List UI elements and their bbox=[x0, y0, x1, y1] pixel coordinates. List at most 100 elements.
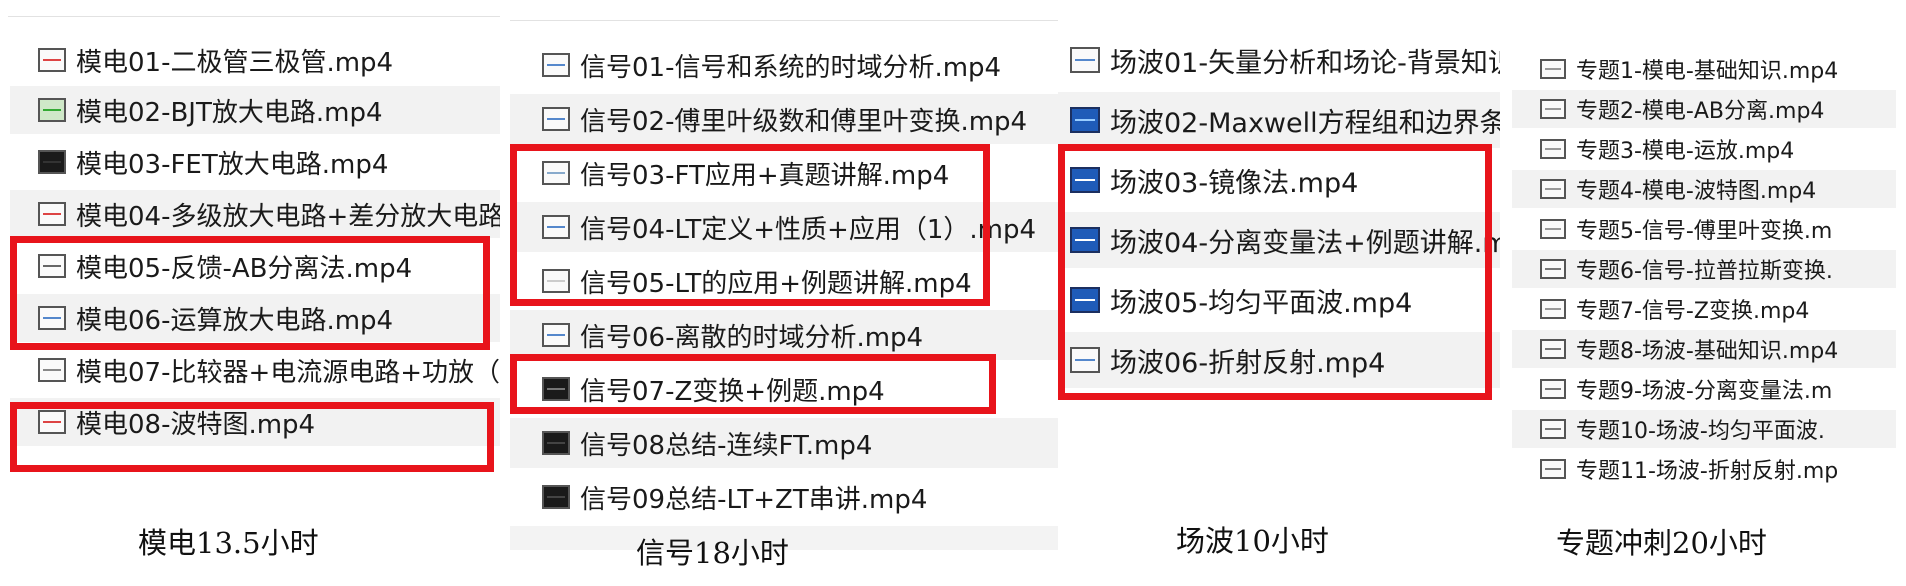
video-thumbnail-icon bbox=[1540, 259, 1566, 279]
file-name: 专题2-模电-AB分离.mp4 bbox=[1576, 99, 1825, 124]
video-thumbnail-icon bbox=[1540, 219, 1566, 239]
file-name: 场波02-Maxwell方程组和边界条件 bbox=[1110, 107, 1500, 139]
file-name: 模电02-BJT放大电路.mp4 bbox=[76, 97, 383, 128]
file-row[interactable]: 模电07-比较器+电流源电路+功放（小 bbox=[10, 346, 500, 394]
file-name: 场波04-分离变量法+例题讲解.mp bbox=[1110, 227, 1500, 259]
file-row[interactable]: 模电01-二极管三极管.mp4 bbox=[10, 36, 500, 84]
video-thumbnail-icon bbox=[38, 150, 66, 174]
video-thumbnail-icon bbox=[542, 377, 570, 401]
file-name: 专题1-模电-基础知识.mp4 bbox=[1576, 59, 1839, 84]
file-name: 信号03-FT应用+真题讲解.mp4 bbox=[580, 160, 950, 191]
file-row[interactable]: 场波01-矢量分析和场论-背景知识. bbox=[1058, 32, 1500, 88]
file-row[interactable]: 场波05-均匀平面波.mp4 bbox=[1058, 272, 1500, 328]
video-thumbnail-icon bbox=[1070, 107, 1100, 133]
file-row[interactable]: 专题11-场波-折射反射.mp bbox=[1512, 450, 1896, 488]
file-row[interactable]: 信号05-LT的应用+例题讲解.mp4 bbox=[510, 256, 1058, 306]
file-name: 场波05-均匀平面波.mp4 bbox=[1110, 287, 1413, 319]
top-divider bbox=[8, 16, 500, 17]
video-thumbnail-icon bbox=[542, 107, 570, 131]
column-changbo: 场波01-矢量分析和场论-背景知识. 场波02-Maxwell方程组和边界条件 … bbox=[1058, 0, 1500, 586]
file-row[interactable]: 模电05-反馈-AB分离法.mp4 bbox=[10, 242, 500, 290]
file-row[interactable]: 专题6-信号-拉普拉斯变换. bbox=[1512, 250, 1896, 288]
file-row[interactable]: 专题3-模电-运放.mp4 bbox=[1512, 130, 1896, 168]
file-name: 模电01-二极管三极管.mp4 bbox=[76, 47, 394, 78]
video-thumbnail-icon bbox=[1070, 167, 1100, 193]
file-row[interactable]: 模电06-运算放大电路.mp4 bbox=[10, 294, 500, 342]
file-name: 模电04-多级放大电路+差分放大电路. bbox=[76, 201, 500, 232]
file-row[interactable]: 专题2-模电-AB分离.mp4 bbox=[1512, 90, 1896, 128]
file-row[interactable]: 场波03-镜像法.mp4 bbox=[1058, 152, 1500, 208]
file-row[interactable]: 信号01-信号和系统的时域分析.mp4 bbox=[510, 40, 1058, 90]
top-divider bbox=[510, 20, 1058, 21]
video-thumbnail-icon bbox=[1540, 339, 1566, 359]
file-row[interactable]: 专题8-场波-基础知识.mp4 bbox=[1512, 330, 1896, 368]
file-row[interactable]: 场波06-折射反射.mp4 bbox=[1058, 332, 1500, 388]
file-name: 信号01-信号和系统的时域分析.mp4 bbox=[580, 52, 1002, 83]
video-thumbnail-icon bbox=[38, 48, 66, 72]
video-thumbnail-icon bbox=[1540, 59, 1566, 79]
video-thumbnail-icon bbox=[542, 161, 570, 185]
video-thumbnail-icon bbox=[38, 410, 66, 434]
file-name: 信号05-LT的应用+例题讲解.mp4 bbox=[580, 268, 972, 299]
file-name: 信号06-离散的时域分析.mp4 bbox=[580, 322, 924, 353]
video-thumbnail-icon bbox=[1070, 227, 1100, 253]
file-row[interactable]: 信号07-Z变换+例题.mp4 bbox=[510, 364, 1058, 414]
file-name: 专题11-场波-折射反射.mp bbox=[1576, 459, 1839, 484]
video-thumbnail-icon bbox=[1070, 47, 1100, 73]
file-name: 场波06-折射反射.mp4 bbox=[1110, 347, 1386, 379]
file-row[interactable]: 信号02-傅里叶级数和傅里叶变换.mp4 bbox=[510, 94, 1058, 144]
file-name: 模电06-运算放大电路.mp4 bbox=[76, 305, 394, 336]
file-row[interactable]: 场波02-Maxwell方程组和边界条件 bbox=[1058, 92, 1500, 148]
file-row[interactable]: 信号03-FT应用+真题讲解.mp4 bbox=[510, 148, 1058, 198]
file-row[interactable]: 信号09总结-LT+ZT串讲.mp4 bbox=[510, 472, 1058, 522]
file-name: 专题5-信号-傅里叶变换.m bbox=[1576, 219, 1833, 244]
file-row[interactable]: 信号06-离散的时域分析.mp4 bbox=[510, 310, 1058, 360]
file-name: 专题7-信号-Z变换.mp4 bbox=[1576, 299, 1810, 324]
file-row[interactable]: 专题9-场波-分离变量法.m bbox=[1512, 370, 1896, 408]
file-row[interactable]: 信号08总结-连续FT.mp4 bbox=[510, 418, 1058, 468]
video-thumbnail-icon bbox=[1540, 419, 1566, 439]
video-thumbnail-icon bbox=[38, 306, 66, 330]
file-row[interactable]: 模电03-FET放大电路.mp4 bbox=[10, 138, 500, 186]
video-thumbnail-icon bbox=[1070, 287, 1100, 313]
video-thumbnail-icon bbox=[1540, 299, 1566, 319]
file-name: 场波03-镜像法.mp4 bbox=[1110, 167, 1359, 199]
video-thumbnail-icon bbox=[38, 254, 66, 278]
file-name: 信号09总结-LT+ZT串讲.mp4 bbox=[580, 484, 928, 515]
file-name: 模电08-波特图.mp4 bbox=[76, 409, 316, 440]
file-row[interactable]: 专题4-模电-波特图.mp4 bbox=[1512, 170, 1896, 208]
file-row[interactable]: 专题7-信号-Z变换.mp4 bbox=[1512, 290, 1896, 328]
video-thumbnail-icon bbox=[542, 431, 570, 455]
file-name: 专题4-模电-波特图.mp4 bbox=[1576, 179, 1817, 204]
video-thumbnail-icon bbox=[542, 269, 570, 293]
file-name: 信号07-Z变换+例题.mp4 bbox=[580, 376, 885, 407]
file-row[interactable]: 专题5-信号-傅里叶变换.m bbox=[1512, 210, 1896, 248]
video-thumbnail-icon bbox=[1540, 379, 1566, 399]
file-name: 专题6-信号-拉普拉斯变换. bbox=[1576, 259, 1833, 284]
file-row[interactable]: 专题10-场波-均匀平面波. bbox=[1512, 410, 1896, 448]
file-row[interactable]: 专题1-模电-基础知识.mp4 bbox=[1512, 50, 1896, 88]
file-name: 信号08总结-连续FT.mp4 bbox=[580, 430, 873, 461]
column-caption: 专题冲刺20小时 bbox=[1556, 526, 1767, 560]
video-thumbnail-icon bbox=[1540, 99, 1566, 119]
video-thumbnail-icon bbox=[542, 323, 570, 347]
video-thumbnail-icon bbox=[38, 202, 66, 226]
video-thumbnail-icon bbox=[542, 215, 570, 239]
file-row[interactable]: 场波04-分离变量法+例题讲解.mp bbox=[1058, 212, 1500, 268]
video-thumbnail-icon bbox=[38, 358, 66, 382]
column-zhuanti: 专题1-模电-基础知识.mp4 专题2-模电-AB分离.mp4 专题3-模电-运… bbox=[1512, 0, 1896, 586]
column-caption: 模电13.5小时 bbox=[138, 526, 319, 560]
video-thumbnail-icon bbox=[1070, 347, 1100, 373]
file-row[interactable]: 模电02-BJT放大电路.mp4 bbox=[10, 86, 500, 134]
file-row[interactable]: 模电08-波特图.mp4 bbox=[10, 398, 500, 446]
file-name: 专题10-场波-均匀平面波. bbox=[1576, 419, 1825, 444]
column-caption: 场波10小时 bbox=[1176, 524, 1329, 558]
video-thumbnail-icon bbox=[542, 485, 570, 509]
file-row[interactable]: 模电04-多级放大电路+差分放大电路. bbox=[10, 190, 500, 238]
column-caption: 信号18小时 bbox=[636, 536, 789, 570]
file-row[interactable]: 信号04-LT定义+性质+应用（1）.mp4 bbox=[510, 202, 1058, 252]
video-thumbnail-icon bbox=[1540, 459, 1566, 479]
file-name: 模电07-比较器+电流源电路+功放（小 bbox=[76, 357, 500, 388]
file-name: 模电03-FET放大电路.mp4 bbox=[76, 149, 389, 180]
video-thumbnail-icon bbox=[1540, 139, 1566, 159]
